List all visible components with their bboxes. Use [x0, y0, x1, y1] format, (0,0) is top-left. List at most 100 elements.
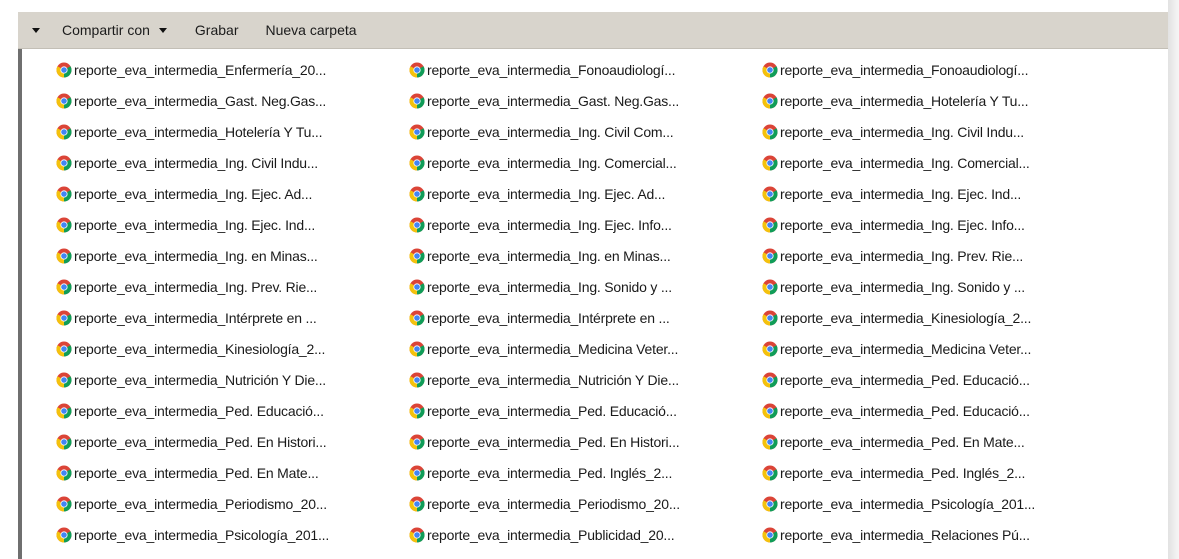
file-item[interactable]: reporte_eva_intermedia_Intérprete en ... [56, 302, 409, 333]
file-item[interactable]: reporte_eva_intermedia_Gast. Neg.Gas... [56, 85, 409, 116]
file-item[interactable]: reporte_eva_intermedia_Fonoaudiologí... [409, 54, 762, 85]
file-grid: reporte_eva_intermedia_Enfermería_20... … [56, 54, 1115, 550]
file-item[interactable]: reporte_eva_intermedia_Periodismo_20... [56, 488, 409, 519]
file-item[interactable]: reporte_eva_intermedia_Ped. Educació... [56, 395, 409, 426]
chrome-icon [409, 93, 425, 108]
share-with-label: Compartir con [62, 22, 150, 38]
file-item[interactable]: reporte_eva_intermedia_Ing. Civil Indu..… [762, 116, 1115, 147]
file-item[interactable]: reporte_eva_intermedia_Ing. en Minas... [409, 240, 762, 271]
file-item[interactable]: reporte_eva_intermedia_Ing. Civil Indu..… [56, 147, 409, 178]
file-item[interactable]: reporte_eva_intermedia_Kinesiología_2... [762, 302, 1115, 333]
file-item[interactable]: reporte_eva_intermedia_Ped. Educació... [762, 364, 1115, 395]
file-list-pane: reporte_eva_intermedia_Enfermería_20... … [22, 49, 1168, 559]
command-bar: Compartir con Grabar Nueva carpeta [18, 12, 1168, 49]
file-item[interactable]: reporte_eva_intermedia_Intérprete en ... [409, 302, 762, 333]
file-item[interactable]: reporte_eva_intermedia_Ped. En Mate... [762, 426, 1115, 457]
organize-dropdown-button[interactable] [18, 12, 54, 48]
new-folder-label: Nueva carpeta [265, 22, 357, 38]
file-name-label: reporte_eva_intermedia_Ped. Inglés_2... [427, 464, 673, 481]
chrome-icon [409, 403, 425, 418]
share-with-button[interactable]: Compartir con [62, 12, 167, 48]
file-item[interactable]: reporte_eva_intermedia_Psicología_201... [762, 488, 1115, 519]
file-name-label: reporte_eva_intermedia_Medicina Veter... [780, 340, 1032, 357]
file-item[interactable]: reporte_eva_intermedia_Relaciones Pú... [762, 519, 1115, 550]
chrome-icon [56, 186, 72, 201]
file-item[interactable]: reporte_eva_intermedia_Publicidad_20... [409, 519, 762, 550]
burn-button[interactable]: Grabar [195, 12, 239, 48]
chrome-icon [762, 434, 778, 449]
file-item[interactable]: reporte_eva_intermedia_Ped. Educació... [409, 395, 762, 426]
chrome-icon [762, 310, 778, 325]
file-item[interactable]: reporte_eva_intermedia_Kinesiología_2... [56, 333, 409, 364]
window-top-strip [0, 0, 1179, 12]
file-item[interactable]: reporte_eva_intermedia_Ped. En Histori..… [409, 426, 762, 457]
file-name-label: reporte_eva_intermedia_Ing. en Minas... [427, 247, 671, 264]
file-name-label: reporte_eva_intermedia_Ing. Civil Indu..… [74, 154, 318, 171]
file-item[interactable]: reporte_eva_intermedia_Ing. Ejec. Ad... [56, 178, 409, 209]
file-name-label: reporte_eva_intermedia_Ped. En Histori..… [427, 433, 680, 450]
file-item[interactable]: reporte_eva_intermedia_Ing. Ejec. Info..… [409, 209, 762, 240]
file-name-label: reporte_eva_intermedia_Ing. Ejec. Ad... [427, 185, 666, 202]
file-item[interactable]: reporte_eva_intermedia_Ped. Educació... [762, 395, 1115, 426]
file-name-label: reporte_eva_intermedia_Nutrición Y Die..… [427, 371, 679, 388]
file-name-label: reporte_eva_intermedia_Ing. Ejec. Info..… [780, 216, 1025, 233]
chrome-icon [762, 248, 778, 263]
chrome-icon [409, 62, 425, 77]
file-item[interactable]: reporte_eva_intermedia_Enfermería_20... [56, 54, 409, 85]
new-folder-button[interactable]: Nueva carpeta [266, 12, 357, 48]
file-item[interactable]: reporte_eva_intermedia_Nutrición Y Die..… [56, 364, 409, 395]
chrome-icon [56, 62, 72, 77]
file-name-label: reporte_eva_intermedia_Ped. En Mate... [74, 464, 319, 481]
file-item[interactable]: reporte_eva_intermedia_Ped. Inglés_2... [762, 457, 1115, 488]
file-item[interactable]: reporte_eva_intermedia_Medicina Veter... [409, 333, 762, 364]
file-item[interactable]: reporte_eva_intermedia_Ing. Sonido y ... [762, 271, 1115, 302]
file-name-label: reporte_eva_intermedia_Ing. Prev. Rie... [74, 278, 318, 295]
file-name-label: reporte_eva_intermedia_Ing. Civil Indu..… [780, 123, 1024, 140]
file-item[interactable]: reporte_eva_intermedia_Ing. Ejec. Ind... [762, 178, 1115, 209]
file-item[interactable]: reporte_eva_intermedia_Ing. Civil Com... [409, 116, 762, 147]
chrome-icon [762, 62, 778, 77]
file-item[interactable]: reporte_eva_intermedia_Hotelería Y Tu... [56, 116, 409, 147]
chrome-icon [56, 465, 72, 480]
file-item[interactable]: reporte_eva_intermedia_Ing. Ejec. Info..… [762, 209, 1115, 240]
file-item[interactable]: reporte_eva_intermedia_Periodismo_20... [409, 488, 762, 519]
chrome-icon [409, 372, 425, 387]
file-name-label: reporte_eva_intermedia_Ing. Prev. Rie... [780, 247, 1024, 264]
file-item[interactable]: reporte_eva_intermedia_Gast. Neg.Gas... [409, 85, 762, 116]
file-name-label: reporte_eva_intermedia_Ped. Educació... [74, 402, 324, 419]
chrome-icon [409, 248, 425, 263]
file-item[interactable]: reporte_eva_intermedia_Ing. Comercial... [409, 147, 762, 178]
file-item[interactable]: reporte_eva_intermedia_Ing. Sonido y ... [409, 271, 762, 302]
file-item[interactable]: reporte_eva_intermedia_Medicina Veter... [762, 333, 1115, 364]
file-item[interactable]: reporte_eva_intermedia_Ing. Ejec. Ind... [56, 209, 409, 240]
file-item[interactable]: reporte_eva_intermedia_Ing. Comercial... [762, 147, 1115, 178]
file-item[interactable]: reporte_eva_intermedia_Ped. Inglés_2... [409, 457, 762, 488]
file-name-label: reporte_eva_intermedia_Nutrición Y Die..… [74, 371, 326, 388]
file-name-label: reporte_eva_intermedia_Ing. Sonido y ... [427, 278, 672, 295]
file-name-label: reporte_eva_intermedia_Fonoaudiologí... [427, 61, 676, 78]
file-item[interactable]: reporte_eva_intermedia_Fonoaudiologí... [762, 54, 1115, 85]
file-item[interactable]: reporte_eva_intermedia_Ing. Prev. Rie... [56, 271, 409, 302]
chrome-icon [56, 279, 72, 294]
file-item[interactable]: reporte_eva_intermedia_Hotelería Y Tu... [762, 85, 1115, 116]
chrome-icon [409, 465, 425, 480]
chrome-icon [762, 186, 778, 201]
chrome-icon [409, 434, 425, 449]
file-item[interactable]: reporte_eva_intermedia_Psicología_201... [56, 519, 409, 550]
chrome-icon [56, 403, 72, 418]
file-item[interactable]: reporte_eva_intermedia_Ing. Ejec. Ad... [409, 178, 762, 209]
file-name-label: reporte_eva_intermedia_Enfermería_20... [74, 61, 327, 78]
file-item[interactable]: reporte_eva_intermedia_Ped. En Mate... [56, 457, 409, 488]
chrome-icon [56, 372, 72, 387]
chrome-icon [409, 186, 425, 201]
file-name-label: reporte_eva_intermedia_Hotelería Y Tu... [780, 92, 1029, 109]
chrome-icon [56, 341, 72, 356]
file-item[interactable]: reporte_eva_intermedia_Nutrición Y Die..… [409, 364, 762, 395]
explorer-window: Compartir con Grabar Nueva carpeta repor… [0, 0, 1179, 559]
file-item[interactable]: reporte_eva_intermedia_Ing. en Minas... [56, 240, 409, 271]
chrome-icon [762, 527, 778, 542]
file-item[interactable]: reporte_eva_intermedia_Ing. Prev. Rie... [762, 240, 1115, 271]
file-item[interactable]: reporte_eva_intermedia_Ped. En Histori..… [56, 426, 409, 457]
file-name-label: reporte_eva_intermedia_Ing. en Minas... [74, 247, 318, 264]
file-name-label: reporte_eva_intermedia_Psicología_201... [780, 495, 1036, 512]
